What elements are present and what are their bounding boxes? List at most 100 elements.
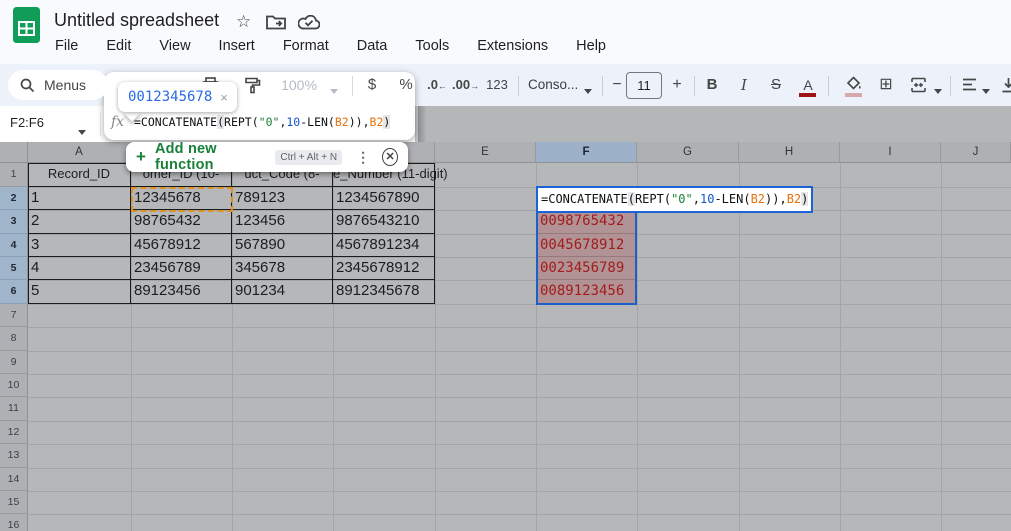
more-formats-button[interactable]: 123 [484,74,510,96]
add-function-label[interactable]: Add new function [155,141,263,173]
row-header-11[interactable]: 11 [0,397,28,420]
cell-header-a1[interactable]: Record_ID [28,163,131,186]
close-circle-icon[interactable]: ✕ [382,148,398,166]
row-header-3[interactable]: 3 [0,210,28,233]
cell-b3[interactable]: 98765432 [131,210,232,233]
decrease-font-size-button[interactable]: − [608,74,626,96]
row-header-6[interactable]: 6 [0,280,28,303]
row-header-7[interactable]: 7 [0,304,28,327]
sheets-logo-icon[interactable] [13,7,40,43]
borders-icon[interactable]: ⊞ [874,74,898,96]
text-color-swatch [799,93,816,97]
cell-a5[interactable]: 4 [28,257,131,280]
row-header-4[interactable]: 4 [0,234,28,257]
close-icon[interactable]: × [220,90,228,105]
divider [100,112,101,136]
formula-segment: "0" [671,192,693,206]
menu-data[interactable]: Data [346,34,399,60]
decrease-decimals-button[interactable]: .0← [426,74,448,96]
name-box[interactable]: F2:F6 [10,115,44,130]
row-header-8[interactable]: 8 [0,327,28,350]
gridline-v [435,142,436,531]
bold-button[interactable]: B [702,74,722,96]
cell-d2[interactable]: 1234567890 [333,187,435,210]
formula-segment: B2 [751,192,765,206]
formula-segment: ( [217,115,224,129]
name-box-caret-icon[interactable] [78,124,86,142]
cell-c4[interactable]: 567890 [232,234,333,257]
menu-insert[interactable]: Insert [208,34,266,60]
cell-a2[interactable]: 1 [28,187,131,210]
star-icon[interactable]: ☆ [236,12,251,32]
cell-d3[interactable]: 9876543210 [333,210,435,233]
row-header-2[interactable]: 2 [0,187,28,210]
fill-color-swatch [845,93,862,97]
column-header-f[interactable]: F [536,142,637,163]
cell-b4[interactable]: 45678912 [131,234,232,257]
cell-c2[interactable]: 789123 [232,187,333,210]
cell-a6[interactable]: 5 [28,280,131,303]
merge-cells-icon[interactable] [906,77,930,99]
menu-tools[interactable]: Tools [404,34,460,60]
column-header-a[interactable]: A [28,142,131,163]
row-header-14[interactable]: 14 [0,468,28,491]
cell-d6[interactable]: 8912345678 [333,280,435,303]
vertical-align-icon[interactable] [998,77,1011,99]
column-header-g[interactable]: G [637,142,739,163]
format-currency-button[interactable]: $ [362,74,382,96]
paint-format-icon[interactable] [240,77,264,99]
formula-segment: , [693,192,700,206]
row-header-15[interactable]: 15 [0,491,28,514]
column-header-h[interactable]: H [739,142,840,163]
cell-b6[interactable]: 89123456 [131,280,232,303]
menu-format[interactable]: Format [272,34,340,60]
italic-button[interactable]: I [734,74,754,96]
menu-bar: FileEditView InsertFormatDataToolsExtensi… [44,34,617,60]
row-header-12[interactable]: 12 [0,421,28,444]
menu-file[interactable]: File [44,34,89,60]
formula-input[interactable]: =CONCATENATE(REPT("0",10-LEN(B2)),B2) [134,115,390,129]
gridline-h [28,421,1011,422]
row-header-16[interactable]: 16 [0,514,28,531]
menu-edit[interactable]: Edit [95,34,142,60]
column-header-j[interactable]: J [941,142,1011,163]
menu-view[interactable]: View [148,34,201,60]
cell-c6[interactable]: 901234 [232,280,333,303]
zoom-select[interactable]: 100% [278,74,320,96]
horizontal-align-icon[interactable] [958,78,980,100]
cell-editor-f2[interactable]: =CONCATENATE(REPT("0",10-LEN(B2)),B2) [536,186,813,213]
cell-d4[interactable]: 4567891234 [333,234,435,257]
fx-icon: fx [111,114,124,130]
cell-a4[interactable]: 3 [28,234,131,257]
menu-help[interactable]: Help [565,34,617,60]
cell-c5[interactable]: 345678 [232,257,333,280]
cloud-saved-icon[interactable] [298,15,320,30]
add-new-function-popup[interactable]: + Add new function Ctrl + Alt + N ⋮ ✕ [126,142,408,172]
gridline-h [28,491,1011,492]
increase-decimals-button[interactable]: .00→ [452,74,478,96]
spreadsheet-title[interactable]: Untitled spreadsheet [54,10,219,31]
more-options-icon[interactable]: ⋮ [356,149,370,166]
move-folder-icon[interactable] [266,14,286,30]
cell-a3[interactable]: 2 [28,210,131,233]
cell-d5[interactable]: 2345678912 [333,257,435,280]
gridline-h [28,468,1011,469]
strikethrough-button[interactable]: S [766,74,786,96]
cell-b5[interactable]: 23456789 [131,257,232,280]
row-header-13[interactable]: 13 [0,444,28,467]
column-header-i[interactable]: I [840,142,941,163]
cell-c3[interactable]: 123456 [232,210,333,233]
increase-font-size-button[interactable]: + [668,74,686,96]
select-all-corner[interactable] [0,142,28,163]
menus-search-button[interactable]: Menus [8,70,108,100]
font-name-select[interactable]: Conso... [528,74,580,96]
font-size-input[interactable]: 11 [626,72,662,99]
row-header-10[interactable]: 10 [0,374,28,397]
row-header-5[interactable]: 5 [0,257,28,280]
row-header-1[interactable]: 1 [0,163,28,186]
format-percent-button[interactable]: % [394,74,418,96]
formula-segment: =CONCATENATE [541,192,628,206]
column-header-e[interactable]: E [435,142,536,163]
menu-extensions[interactable]: Extensions [466,34,559,60]
row-header-9[interactable]: 9 [0,351,28,374]
